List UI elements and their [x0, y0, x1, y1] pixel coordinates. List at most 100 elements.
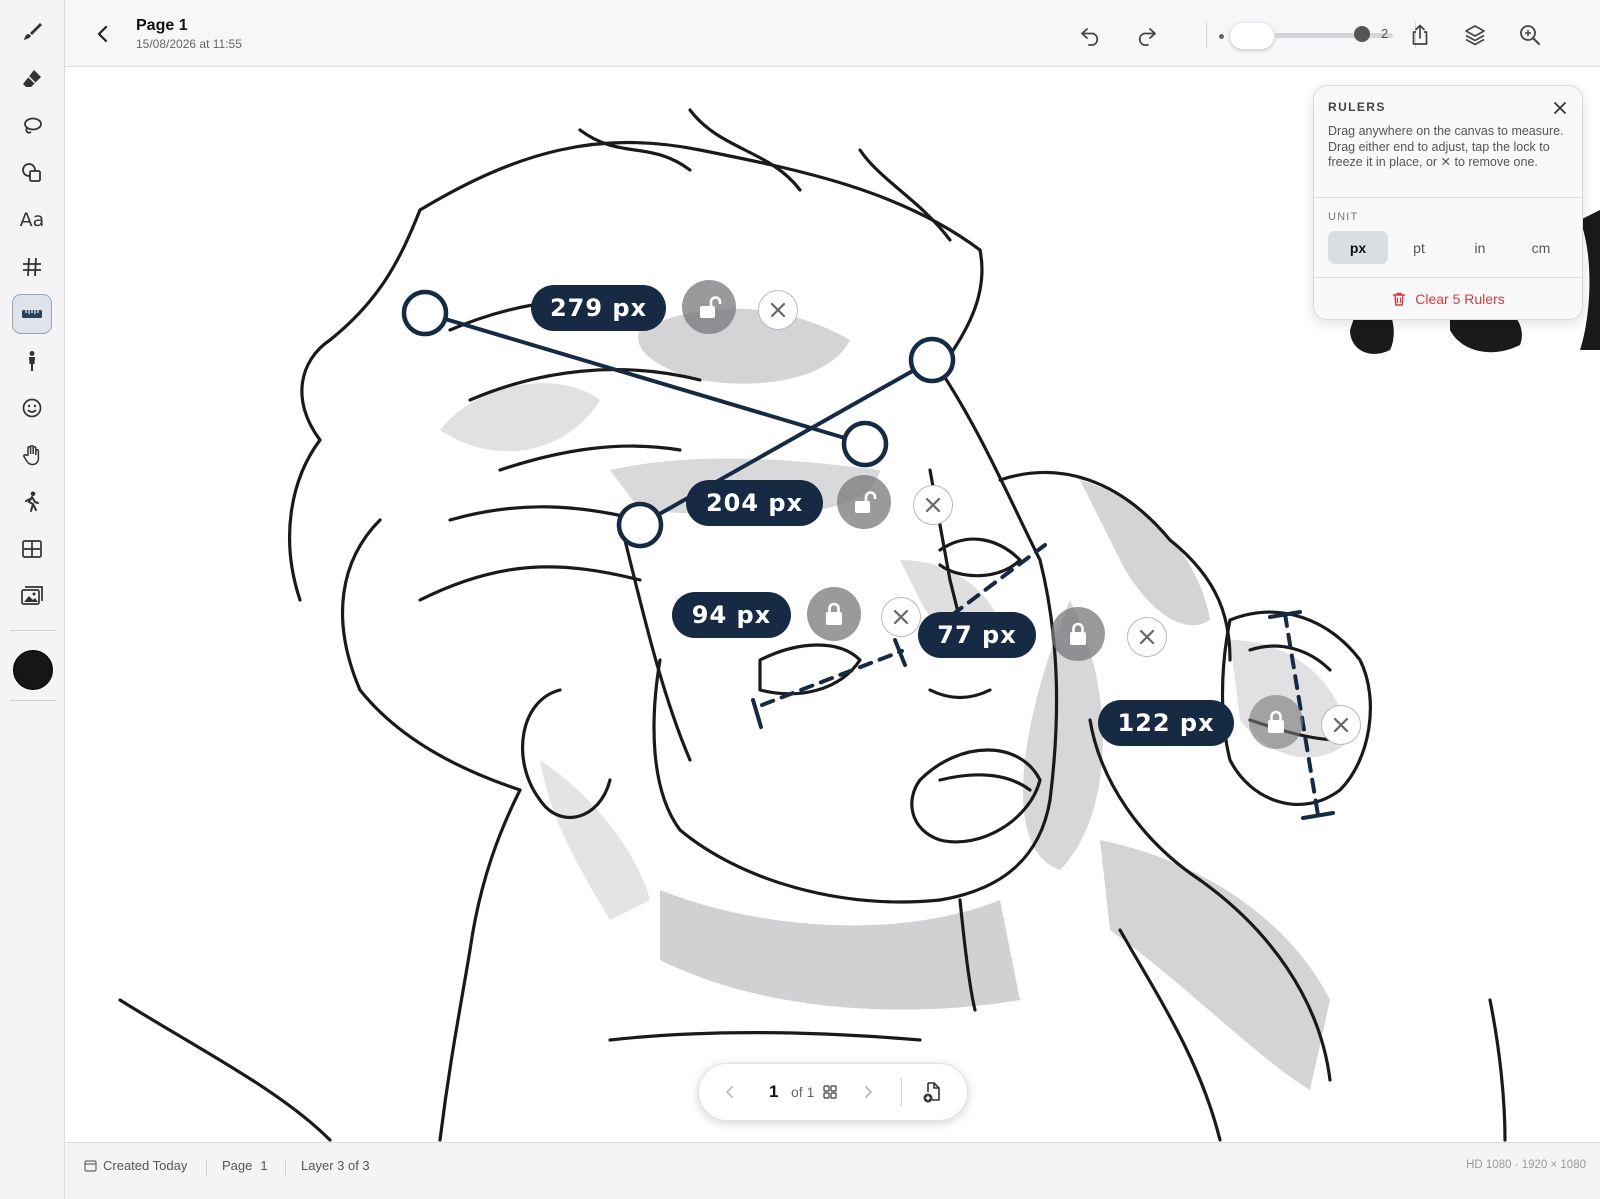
redo-icon [1138, 28, 1156, 46]
close-icon [1333, 717, 1349, 733]
ruler-lock-button[interactable] [837, 475, 891, 529]
ruler-tick [751, 698, 763, 729]
page-status-label: Page [222, 1158, 253, 1173]
ruler-remove-button[interactable] [913, 485, 953, 525]
tool-shapes[interactable] [12, 153, 52, 193]
ruler-label-204[interactable]: 204 px [686, 480, 823, 526]
back-button[interactable] [89, 20, 117, 48]
figure-icon [29, 351, 35, 371]
unit-option-pt[interactable]: pt [1389, 231, 1449, 264]
ruler-remove-button[interactable] [1321, 705, 1361, 745]
tool-pose[interactable] [12, 482, 52, 522]
tool-grid[interactable] [12, 247, 52, 287]
slider-min-dot [1219, 34, 1224, 39]
ruler-label-279[interactable]: 279 px [531, 285, 666, 331]
chevron-right-icon [865, 1086, 872, 1098]
ruler-handle [908, 336, 956, 384]
page-grid-icon[interactable] [821, 1083, 839, 1101]
ruler-line-4 [950, 543, 1047, 617]
rulers-panel: RULERS Drag anywhere on the canvas to me… [1313, 85, 1583, 320]
ruler-lock-button[interactable] [682, 280, 736, 334]
zoom-icon [1520, 25, 1540, 45]
ruler-label-94[interactable]: 94 px [672, 592, 791, 638]
color-swatch[interactable] [13, 650, 53, 690]
panel-title: RULERS [1328, 100, 1386, 114]
add-page-button[interactable] [919, 1079, 945, 1105]
page-title: Page 1 [136, 17, 188, 34]
unit-option-cm[interactable]: cm [1511, 231, 1571, 264]
page-status: Page 1 [222, 1158, 268, 1173]
ruler-remove-button[interactable] [758, 290, 798, 330]
zoom-button[interactable] [1516, 21, 1544, 49]
unit-option-px[interactable]: px [1328, 231, 1388, 264]
ruler-line-3 [760, 649, 904, 707]
add-page-icon [923, 1082, 940, 1103]
image-icon [21, 586, 43, 605]
ruler-tick [893, 638, 907, 667]
tool-ruler[interactable] [12, 294, 52, 334]
close-icon [770, 302, 786, 318]
ruler-lock-button[interactable] [807, 587, 861, 641]
tool-eraser[interactable] [12, 59, 52, 99]
panel-divider [1314, 277, 1582, 278]
created-status: Created Today [84, 1158, 187, 1173]
slider-knob[interactable] [1230, 23, 1274, 49]
tool-figure[interactable] [12, 341, 52, 381]
tool-brush[interactable] [12, 12, 52, 52]
ruler-handle [616, 501, 664, 549]
ruler-label-122[interactable]: 122 px [1098, 700, 1234, 746]
calendar-icon [84, 1160, 97, 1172]
tool-lasso[interactable] [12, 106, 52, 146]
eraser-icon [23, 70, 41, 87]
emoji-icon [22, 398, 42, 418]
drawing-app: Aa Page 1 15/08/2026 at 11:55 2 279 px 2… [0, 0, 1600, 1199]
canvas-resolution: HD 1080 · 1920 × 1080 [1466, 1159, 1586, 1171]
ruler-lock-button[interactable] [1051, 607, 1105, 661]
previous-page-button[interactable] [719, 1081, 741, 1103]
ruler-label-77[interactable]: 77 px [918, 612, 1036, 658]
lock-icon [1268, 710, 1284, 733]
undo-icon [1081, 28, 1099, 46]
unit-label: UNIT [1328, 211, 1359, 223]
tool-panels[interactable] [12, 529, 52, 569]
created-label: Created Today [103, 1158, 188, 1173]
grid-icon [23, 257, 41, 277]
close-icon [893, 609, 909, 625]
ruler-remove-button[interactable] [1127, 617, 1167, 657]
page-navigator: 1 of 1 [698, 1063, 968, 1121]
tool-text[interactable]: Aa [12, 200, 52, 240]
text-icon: Aa [19, 209, 45, 231]
share-button[interactable] [1406, 21, 1434, 49]
unit-option-in[interactable]: in [1450, 231, 1510, 264]
panel-close-button[interactable] [1550, 98, 1570, 118]
shapes-icon [22, 163, 41, 182]
status-bar: Created Today Page 1 Layer 3 of 3 HD 108… [65, 1142, 1600, 1199]
current-page-number: 1 [769, 1082, 779, 1101]
lock-icon [1070, 622, 1086, 645]
tool-hand[interactable] [12, 435, 52, 475]
ruler-lock-button[interactable] [1249, 695, 1303, 749]
rail-divider [10, 700, 56, 701]
tool-rail: Aa [0, 0, 65, 1199]
chevron-left-icon [97, 25, 108, 43]
panel-description: Drag anywhere on the canvas to measure. … [1328, 124, 1564, 169]
panel-divider [1314, 197, 1582, 198]
navigator-divider [901, 1078, 902, 1106]
brush-icon [24, 23, 42, 40]
redo-button[interactable] [1132, 21, 1160, 49]
layers-button[interactable] [1461, 21, 1489, 49]
hand-icon [23, 445, 40, 466]
clear-rulers-button[interactable]: Clear 5 Rulers [1314, 282, 1582, 316]
page-count: of 1 [791, 1084, 815, 1100]
ruler-icon [22, 310, 42, 318]
tool-emoji[interactable] [12, 388, 52, 428]
tool-image[interactable] [12, 576, 52, 616]
undo-button[interactable] [1077, 21, 1105, 49]
trash-icon [1393, 292, 1406, 306]
ruler-remove-button[interactable] [881, 597, 921, 637]
next-page-button[interactable] [857, 1081, 879, 1103]
layers-icon [1465, 25, 1485, 46]
pose-icon [25, 491, 39, 512]
top-bar: Page 1 15/08/2026 at 11:55 2 [65, 0, 1600, 67]
page-date: 15/08/2026 at 11:55 [136, 37, 242, 51]
